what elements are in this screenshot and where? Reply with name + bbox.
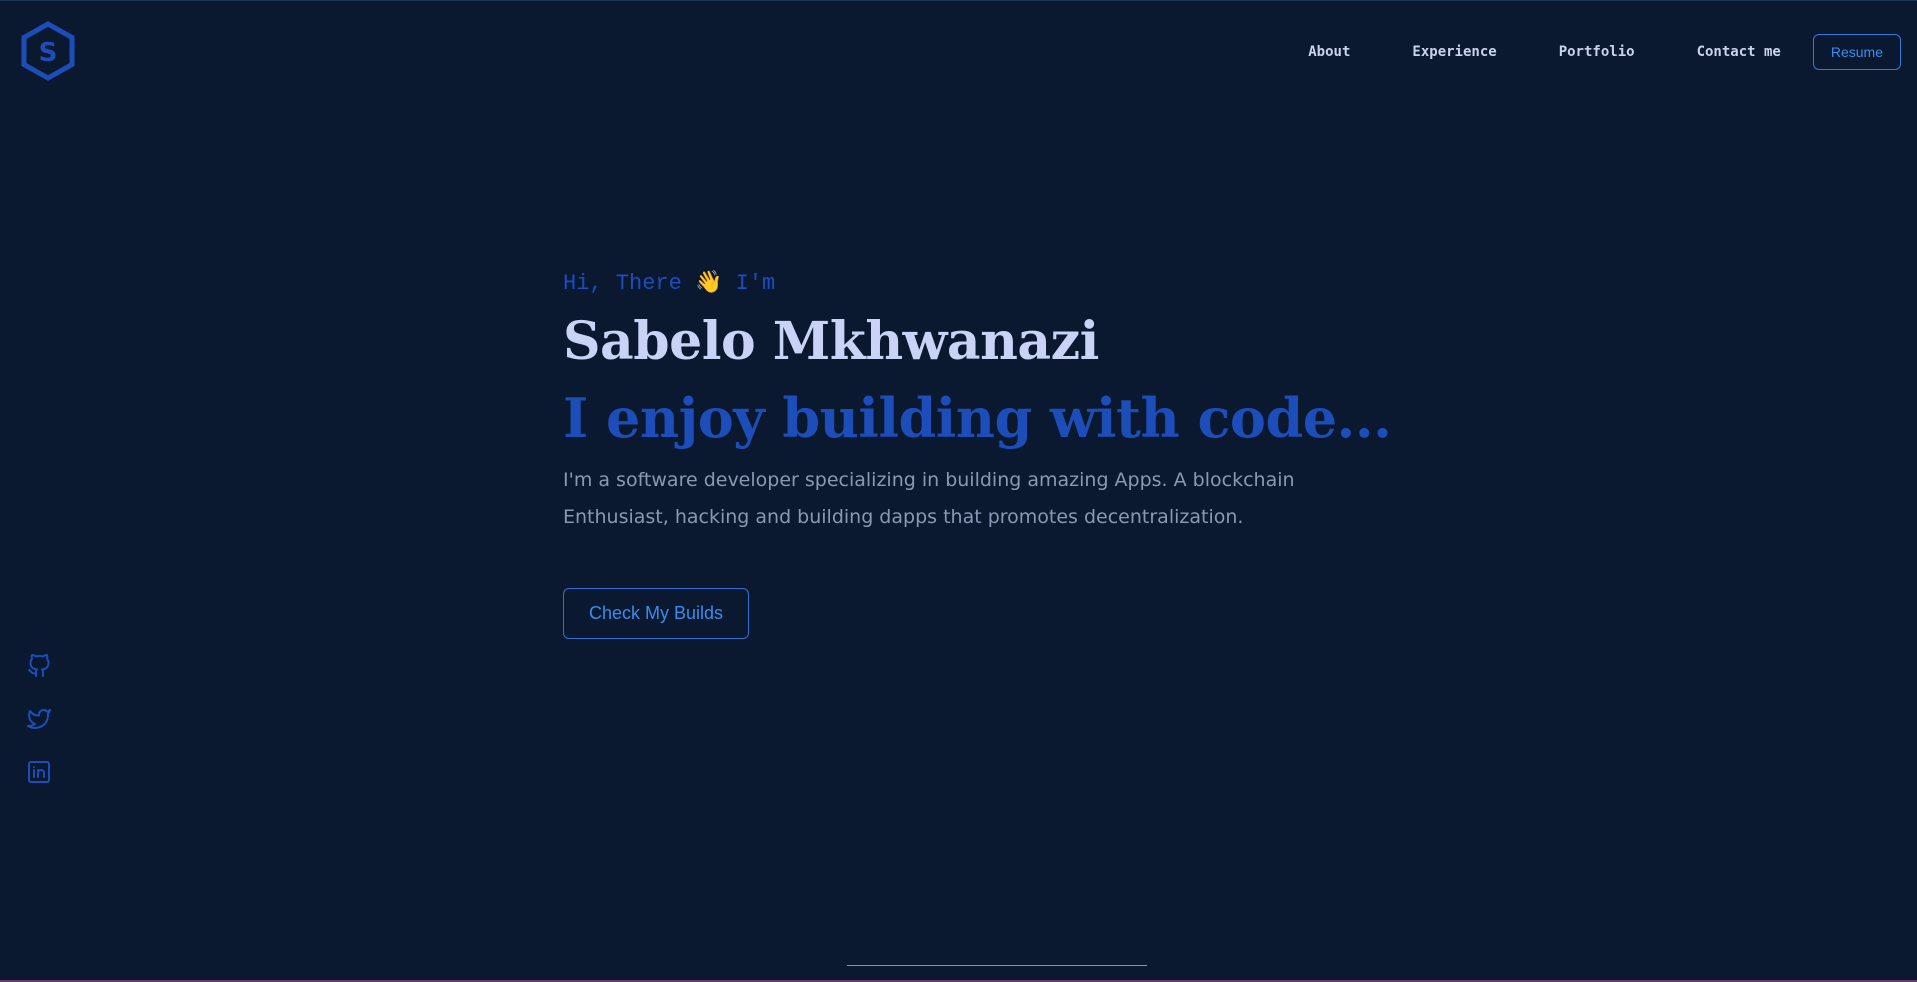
nav-portfolio[interactable]: Portfolio [1559,44,1635,60]
check-builds-button[interactable]: Check My Builds [563,588,750,639]
main-nav: About Experience Portfolio Contact me Re… [1308,34,1901,70]
nav-experience[interactable]: Experience [1412,44,1496,60]
hero-tagline: I enjoy building with code... [563,386,1392,450]
hero-section: Hi, There 👋 I'm Sabelo Mkhwanazi I enjoy… [563,267,1423,639]
logo-letter: S [39,38,58,68]
nav-about[interactable]: About [1308,44,1350,60]
resume-button[interactable]: Resume [1812,34,1901,70]
hero-description: I'm a software developer specializing in… [563,469,1295,528]
linkedin-icon[interactable] [27,760,51,784]
social-links [27,654,51,813]
nav-contact[interactable]: Contact me [1697,44,1781,60]
hexagon-logo-icon: S [21,21,75,81]
logo[interactable]: S [20,21,76,81]
twitter-icon[interactable] [27,707,51,731]
bottom-divider [847,965,1147,966]
hero-name: Sabelo Mkhwanazi [563,311,1099,372]
hero-greeting: Hi, There 👋 I'm [563,271,776,296]
github-icon[interactable] [27,654,51,678]
